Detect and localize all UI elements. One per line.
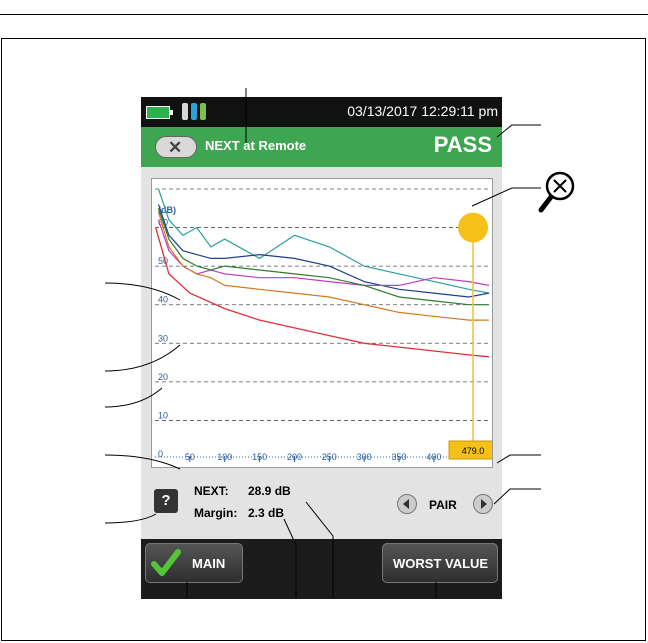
callout-line-help bbox=[104, 513, 157, 524]
callout-line-zoom bbox=[471, 187, 541, 207]
callout-line-pair bbox=[493, 488, 541, 505]
callout-line-margin bbox=[283, 518, 297, 598]
callout-line-xaxis bbox=[104, 454, 181, 470]
callout-line-plot bbox=[104, 282, 181, 301]
zoom-out-icon bbox=[538, 171, 575, 213]
callout-line-yaxis bbox=[104, 387, 163, 408]
callout-line-result bbox=[496, 124, 541, 138]
callout-line-cursor bbox=[496, 454, 541, 464]
callout-lines bbox=[104, 88, 575, 598]
callout-line-limit bbox=[104, 344, 181, 372]
callout-line-next bbox=[305, 501, 334, 598]
